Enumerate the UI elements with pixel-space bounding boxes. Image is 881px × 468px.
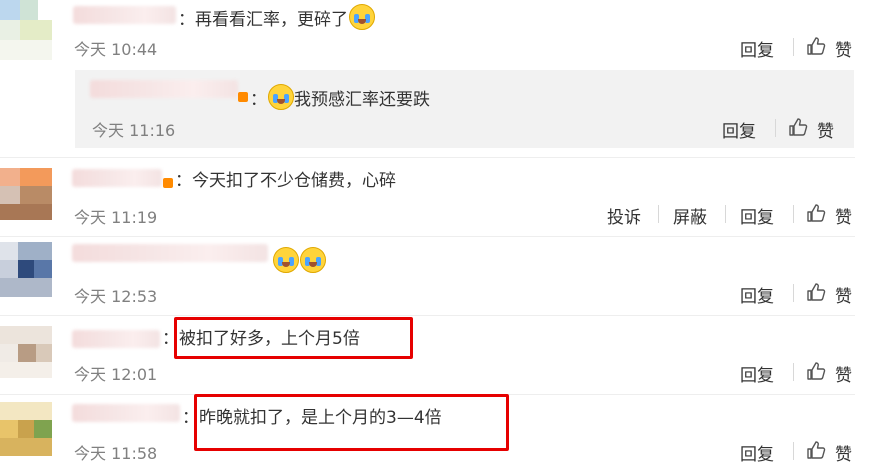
like-button[interactable]: 赞 (835, 440, 852, 465)
highlight-box (194, 394, 509, 451)
comment-time: 今天 12:01 (74, 365, 158, 384)
comment-divider (0, 157, 855, 158)
avatar[interactable] (0, 0, 52, 60)
member-badge-icon (163, 178, 173, 188)
thumbs-up-icon[interactable] (788, 117, 808, 137)
crying-emoji-icon (273, 247, 299, 273)
comment-time: 今天 11:58 (74, 444, 158, 463)
username-blurred[interactable] (73, 6, 176, 24)
avatar[interactable] (0, 168, 52, 220)
reply-button[interactable]: 回复 (740, 361, 774, 386)
action-divider (793, 442, 794, 460)
reply-text: ：我预感汇率还要跌 (250, 84, 430, 111)
avatar[interactable] (0, 402, 52, 456)
avatar[interactable] (0, 242, 52, 297)
reply-button[interactable]: 回复 (722, 117, 756, 142)
username-blurred[interactable] (72, 330, 160, 348)
thumbs-up-icon[interactable] (806, 282, 826, 302)
reply-time: 今天 11:16 (92, 121, 176, 140)
like-button[interactable]: 赞 (835, 361, 852, 386)
username-blurred[interactable] (72, 244, 268, 262)
comment-body: 今天扣了不少仓储费，心碎 (192, 171, 396, 191)
thumbs-up-icon[interactable] (806, 36, 826, 56)
crying-emoji-icon (268, 84, 294, 110)
action-divider (775, 119, 776, 137)
comment-time: 今天 10:44 (74, 40, 158, 59)
crying-emoji-icon (349, 4, 375, 30)
thumbs-up-icon[interactable] (806, 203, 826, 223)
member-badge-icon (238, 92, 248, 102)
comment-divider (0, 236, 855, 237)
action-divider (793, 38, 794, 56)
comment-time: 今天 12:53 (74, 287, 158, 306)
comment-time: 今天 11:19 (74, 208, 158, 227)
avatar[interactable] (0, 326, 52, 378)
action-divider (793, 284, 794, 302)
action-divider (793, 205, 794, 223)
reply-body: 我预感汇率还要跌 (294, 90, 430, 110)
block-button[interactable]: 屏蔽 (673, 203, 707, 228)
action-divider (793, 363, 794, 381)
crying-emoji-icon (300, 247, 326, 273)
reply-button[interactable]: 回复 (740, 203, 774, 228)
reply-button[interactable]: 回复 (740, 440, 774, 465)
username-blurred[interactable] (72, 404, 180, 422)
action-divider (658, 205, 659, 223)
like-button[interactable]: 赞 (835, 203, 852, 228)
like-button[interactable]: 赞 (835, 282, 852, 307)
like-button[interactable]: 赞 (835, 36, 852, 61)
thumbs-up-icon[interactable] (806, 361, 826, 381)
thumbs-up-icon[interactable] (806, 440, 826, 460)
action-divider (725, 205, 726, 223)
report-button[interactable]: 投诉 (607, 203, 641, 228)
comment-body: 再看看汇率，更碎了 (195, 10, 348, 30)
username-blurred[interactable] (72, 169, 162, 187)
like-button[interactable]: 赞 (817, 117, 834, 142)
comment-text: ：今天扣了不少仓储费，心碎 (175, 171, 396, 191)
comment-divider (0, 315, 855, 316)
reply-button[interactable]: 回复 (740, 282, 774, 307)
reply-username-blurred[interactable] (90, 80, 238, 98)
highlight-box (174, 317, 413, 359)
comment-text (272, 247, 326, 274)
reply-button[interactable]: 回复 (740, 36, 774, 61)
comment-text: ：再看看汇率，更碎了 (178, 4, 375, 31)
